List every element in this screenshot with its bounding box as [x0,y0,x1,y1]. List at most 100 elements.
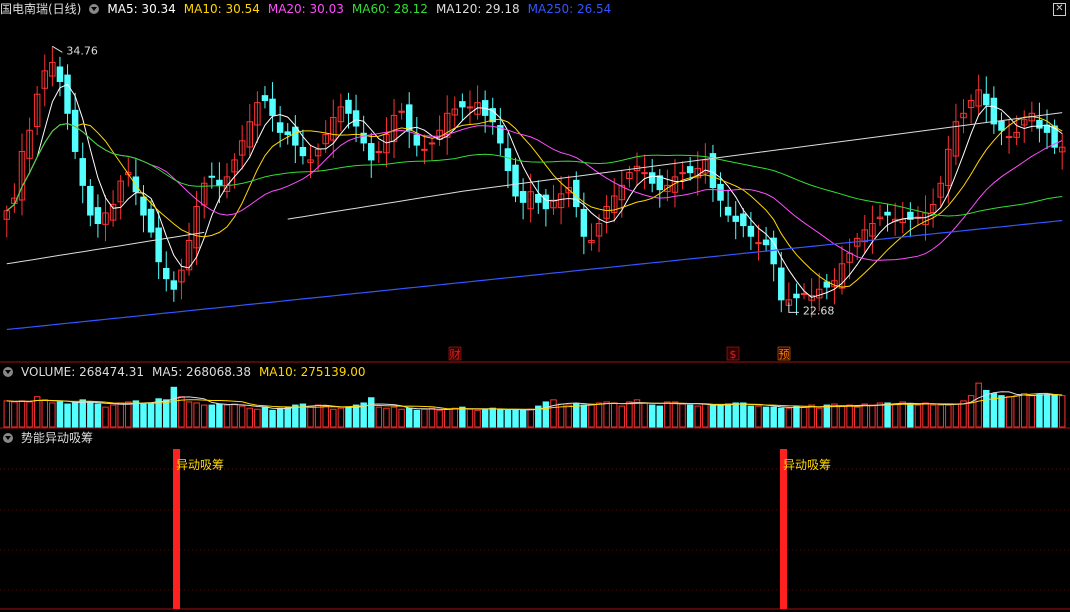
candle-body [740,213,747,227]
volume-bar [1028,395,1036,428]
volume-bar [322,405,329,428]
candle [497,108,504,156]
candle [466,90,474,125]
candle-body [368,143,375,161]
volume-bar [345,406,352,428]
candle [664,169,671,202]
candle [94,194,102,238]
volume-bar [929,404,937,428]
volume-bar [41,399,48,428]
volume-bar [368,397,375,428]
candle-body [292,126,299,146]
candle [443,95,451,155]
candle-body [535,193,542,203]
candle-body [519,191,527,203]
candle [793,283,800,316]
volume-bar [261,406,269,428]
candle [770,230,777,282]
volume-bar [94,403,102,428]
volume-bar [474,409,481,428]
candle [284,123,291,145]
volume-bar [254,408,261,428]
candle [33,86,41,136]
candle [307,144,314,179]
candle [337,93,345,132]
candle [102,194,109,242]
candle [18,133,26,216]
candle-body [276,122,284,133]
candle [504,132,512,189]
candle [390,98,398,159]
volume-bar [945,404,952,428]
volume-bar [117,402,124,428]
volume-bar [64,403,71,428]
volume-bar [512,409,519,428]
volume-bar [292,404,299,428]
stock-chart[interactable]: 34.76 22.68 财 $ 预异动吸筹 异动吸筹 [0,0,1070,612]
event-marker: 预 [779,348,790,361]
candle-body [793,293,800,299]
volume-bar [330,408,337,428]
candle-body [641,172,648,175]
candle [64,64,71,130]
volume-bar [891,403,899,428]
candle [451,96,459,128]
candle [1021,110,1028,143]
candle-body [428,142,436,145]
candle-body [512,164,519,197]
candle [876,204,884,226]
volume-bar [679,403,686,428]
volume-bar [815,407,823,428]
candle-body [717,183,724,201]
candle [937,175,944,207]
volume-bar [147,402,155,428]
high-price-label: 34.76 [66,44,98,57]
candle [960,99,967,134]
volume-bar [398,408,405,428]
volume-bar [216,403,223,428]
volume-bar [876,402,884,428]
candle [269,82,276,132]
volume-bar [56,401,64,428]
volume-bar [960,400,967,428]
candle-body [170,280,178,290]
candle [846,238,853,280]
volume-bar [489,407,496,428]
volume-bar [1058,395,1066,428]
signal-bar [173,449,180,609]
candle [641,154,648,190]
candle-body [762,239,770,246]
volume-bar [178,396,185,428]
volume-bar [200,404,208,428]
candle-body [71,109,79,152]
candle [178,258,185,300]
volume-bar [3,400,11,428]
candle [1051,119,1058,155]
volume-bar [1051,394,1058,428]
candle [1036,102,1043,143]
ma20-line [6,123,1063,261]
volume-bar [808,404,815,428]
volume-bar [481,408,489,428]
ma10-line [6,115,1063,288]
volume-bar [284,406,291,428]
ma120-line [6,112,1063,265]
volume-bar [542,401,550,428]
candle-body [94,207,102,225]
candle [702,143,709,184]
volume-bar [163,399,170,428]
volume-bar [747,405,755,428]
candle [231,153,238,189]
candle-body [747,225,755,237]
candle [967,94,975,124]
candle [914,206,922,227]
volume-bar [451,407,459,428]
candle-body [64,74,71,114]
volume-bar [18,400,26,428]
candle-body [155,227,162,263]
candle [208,162,216,189]
candle-body [140,196,147,216]
volume-bar [390,406,398,428]
candle-body [56,66,64,82]
candle [436,115,443,146]
